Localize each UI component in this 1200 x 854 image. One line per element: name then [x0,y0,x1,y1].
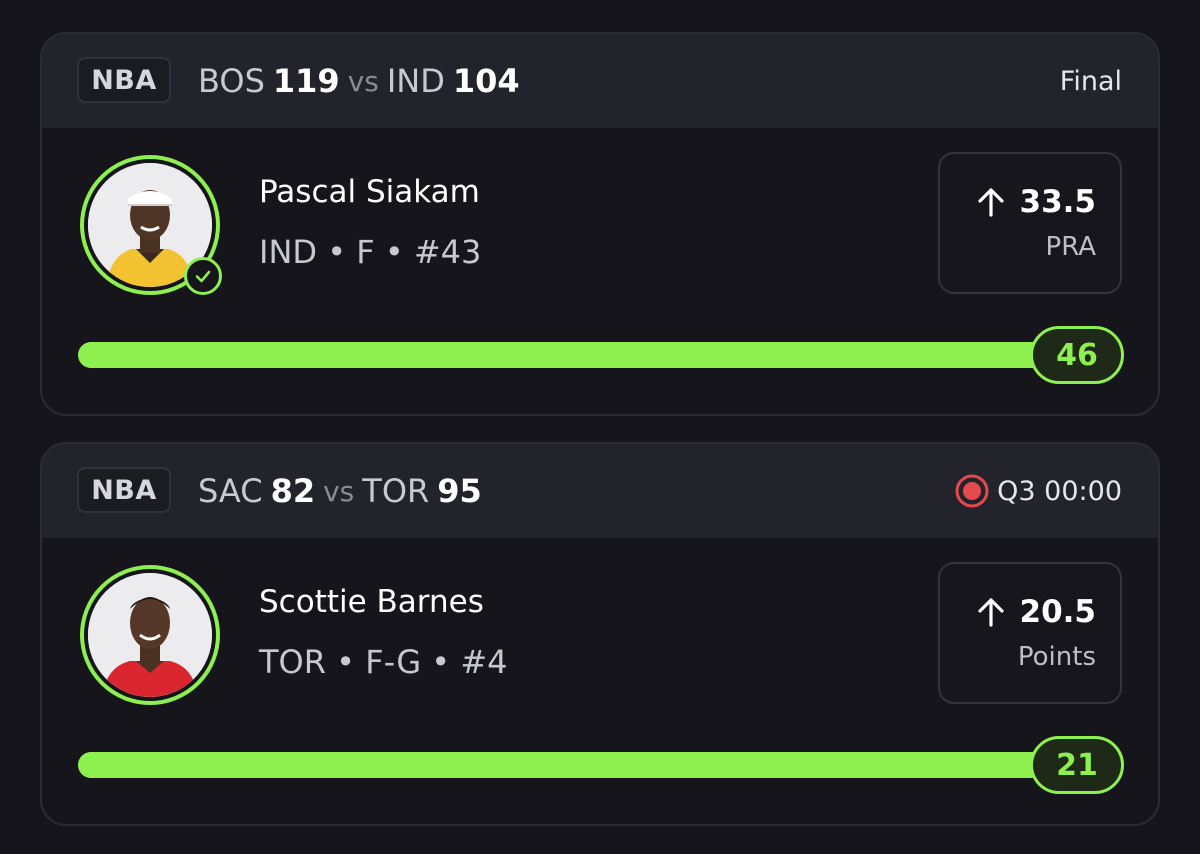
projection-line: 33.5 [974,184,1097,220]
progress-fill [78,752,1078,778]
game-status: Final [1060,34,1122,128]
player-avatar[interactable] [80,155,222,295]
result-value: 46 [1030,326,1124,384]
progress-track [78,342,1078,368]
player-name[interactable]: Scottie Barnes [259,584,484,620]
home-team: BOS [198,62,265,100]
home-team: SAC [198,472,263,510]
player-name[interactable]: Pascal Siakam [259,174,480,210]
player-photo [88,573,212,697]
away-team: IND [386,62,445,100]
player-meta: TOR • F-G • #4 [259,643,508,681]
player-meta: IND • F • #43 [259,233,482,271]
matchup: SAC 82 vs TOR 95 [198,444,482,538]
away-team: TOR [362,472,430,510]
live-record-icon [955,474,989,508]
line-value: 20.5 [1019,594,1097,630]
game-status: Q3 00:00 [955,444,1122,538]
away-score: 95 [437,472,482,510]
vs-label: vs [323,474,355,508]
home-score: 82 [270,472,316,510]
game-header: NBA BOS 119 vs IND 104 Final [42,34,1158,128]
projection-box[interactable]: 33.5 PRA [938,152,1122,294]
line-value: 33.5 [1019,184,1097,220]
league-badge: NBA [77,57,171,103]
away-score: 104 [452,62,520,100]
pick-card[interactable]: NBA SAC 82 vs TOR 95 Q3 00:00 Scottie Ba… [40,442,1160,826]
home-score: 119 [272,62,340,100]
player-avatar[interactable] [80,565,220,705]
projection-box[interactable]: 20.5 Points [938,562,1122,704]
vs-label: vs [347,64,379,98]
stat-type: Points [1017,642,1096,672]
stat-type: PRA [1045,232,1096,262]
arrow-up-icon [977,188,1004,217]
game-header: NBA SAC 82 vs TOR 95 Q3 00:00 [42,444,1158,538]
result-value: 21 [1030,736,1124,794]
progress-track [78,752,1078,778]
game-status-text: Q3 00:00 [997,475,1122,507]
game-status-text: Final [1059,65,1122,97]
projection-line: 20.5 [974,594,1097,630]
progress-fill [78,342,1078,368]
matchup: BOS 119 vs IND 104 [198,34,520,128]
league-badge: NBA [77,467,171,513]
check-circle-icon [184,257,222,295]
picks-screen: NBA BOS 119 vs IND 104 Final Pascal Siak… [0,0,1200,854]
pick-card[interactable]: NBA BOS 119 vs IND 104 Final Pascal Siak… [40,32,1160,416]
arrow-up-icon [977,598,1004,627]
